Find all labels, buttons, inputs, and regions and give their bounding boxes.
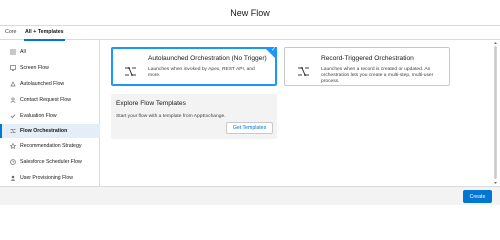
sidebar-item-label: User Provisioning Flow — [20, 175, 74, 181]
user-provisioning-icon — [10, 175, 16, 181]
modal-footer: Create — [0, 186, 500, 205]
card-description: Launches when a record is created or upd… — [321, 67, 434, 85]
sidebar-item-user-provisioning-flow[interactable]: User Provisioning Flow — [0, 171, 100, 185]
modal-title: New Flow — [230, 7, 270, 18]
sidebar-item-label: Recommendation Strategy — [20, 143, 82, 149]
card-autolaunched-orchestration[interactable]: Autolaunched Orchestration (No Trigger) … — [111, 47, 277, 86]
sidebar-item-label: Flow Orchestration — [20, 128, 68, 134]
orchestration-icon — [298, 67, 309, 76]
card-record-triggered-orchestration[interactable]: Record-Triggered Orchestration Launches … — [284, 47, 450, 86]
tab-bar: Core All + Templates — [0, 26, 500, 41]
sidebar-item-label: Screen Flow — [20, 65, 49, 71]
sidebar-item-label: All — [20, 49, 26, 55]
get-templates-button[interactable]: Get Templates — [226, 122, 273, 134]
sidebar-item-autolaunched-flow[interactable]: Autolaunched Flow — [0, 77, 100, 91]
recommendation-icon — [10, 143, 16, 149]
sidebar-item-label: Evaluation Flow — [20, 113, 57, 119]
card-title: Autolaunched Orchestration (No Trigger) — [148, 55, 267, 62]
sidebar-item-screen-flow[interactable]: Screen Flow — [0, 61, 100, 75]
sidebar-item-salesforce-scheduler-flow[interactable]: Salesforce Scheduler Flow — [0, 155, 100, 169]
scheduler-icon — [10, 159, 16, 165]
contact-request-icon — [10, 97, 16, 103]
explore-title: Explore Flow Templates — [116, 100, 186, 107]
sidebar-item-recommendation-strategy[interactable]: Recommendation Strategy — [0, 139, 100, 153]
sidebar-item-label: Autolaunched Flow — [20, 81, 65, 87]
modal-header: New Flow — [0, 0, 500, 26]
evaluation-icon — [10, 114, 16, 119]
content-scrollbar[interactable] — [493, 40, 498, 186]
explore-templates-panel: Explore Flow Templates Start your flow w… — [111, 94, 277, 139]
sidebar-item-all[interactable]: All — [0, 45, 100, 59]
sidebar-item-flow-orchestration[interactable]: Flow Orchestration — [0, 124, 100, 138]
sidebar-item-contact-request-flow[interactable]: Contact Request Flow — [0, 93, 100, 107]
tab-all-templates[interactable]: All + Templates — [24, 26, 65, 41]
sidebar-item-label: Salesforce Scheduler Flow — [20, 159, 82, 165]
sidebar-item-label: Contact Request Flow — [20, 97, 72, 103]
create-button[interactable]: Create — [463, 190, 492, 203]
screen-icon — [10, 65, 16, 71]
orchestration-icon — [125, 67, 136, 76]
orchestration-icon — [10, 129, 16, 133]
autolaunch-icon — [10, 81, 16, 87]
sidebar-item-evaluation-flow[interactable]: Evaluation Flow — [0, 109, 100, 123]
explore-description: Start your flow with a template from App… — [116, 114, 226, 119]
card-description: Launches when invoked by Apex, REST API,… — [148, 67, 255, 79]
tab-core[interactable]: Core — [5, 26, 16, 40]
check-icon: ✓ — [270, 47, 276, 53]
card-title: Record-Triggered Orchestration — [321, 55, 414, 62]
all-icon — [10, 49, 16, 55]
flow-type-sidebar: All Screen Flow Autolaunched Flow Contac… — [0, 40, 100, 186]
